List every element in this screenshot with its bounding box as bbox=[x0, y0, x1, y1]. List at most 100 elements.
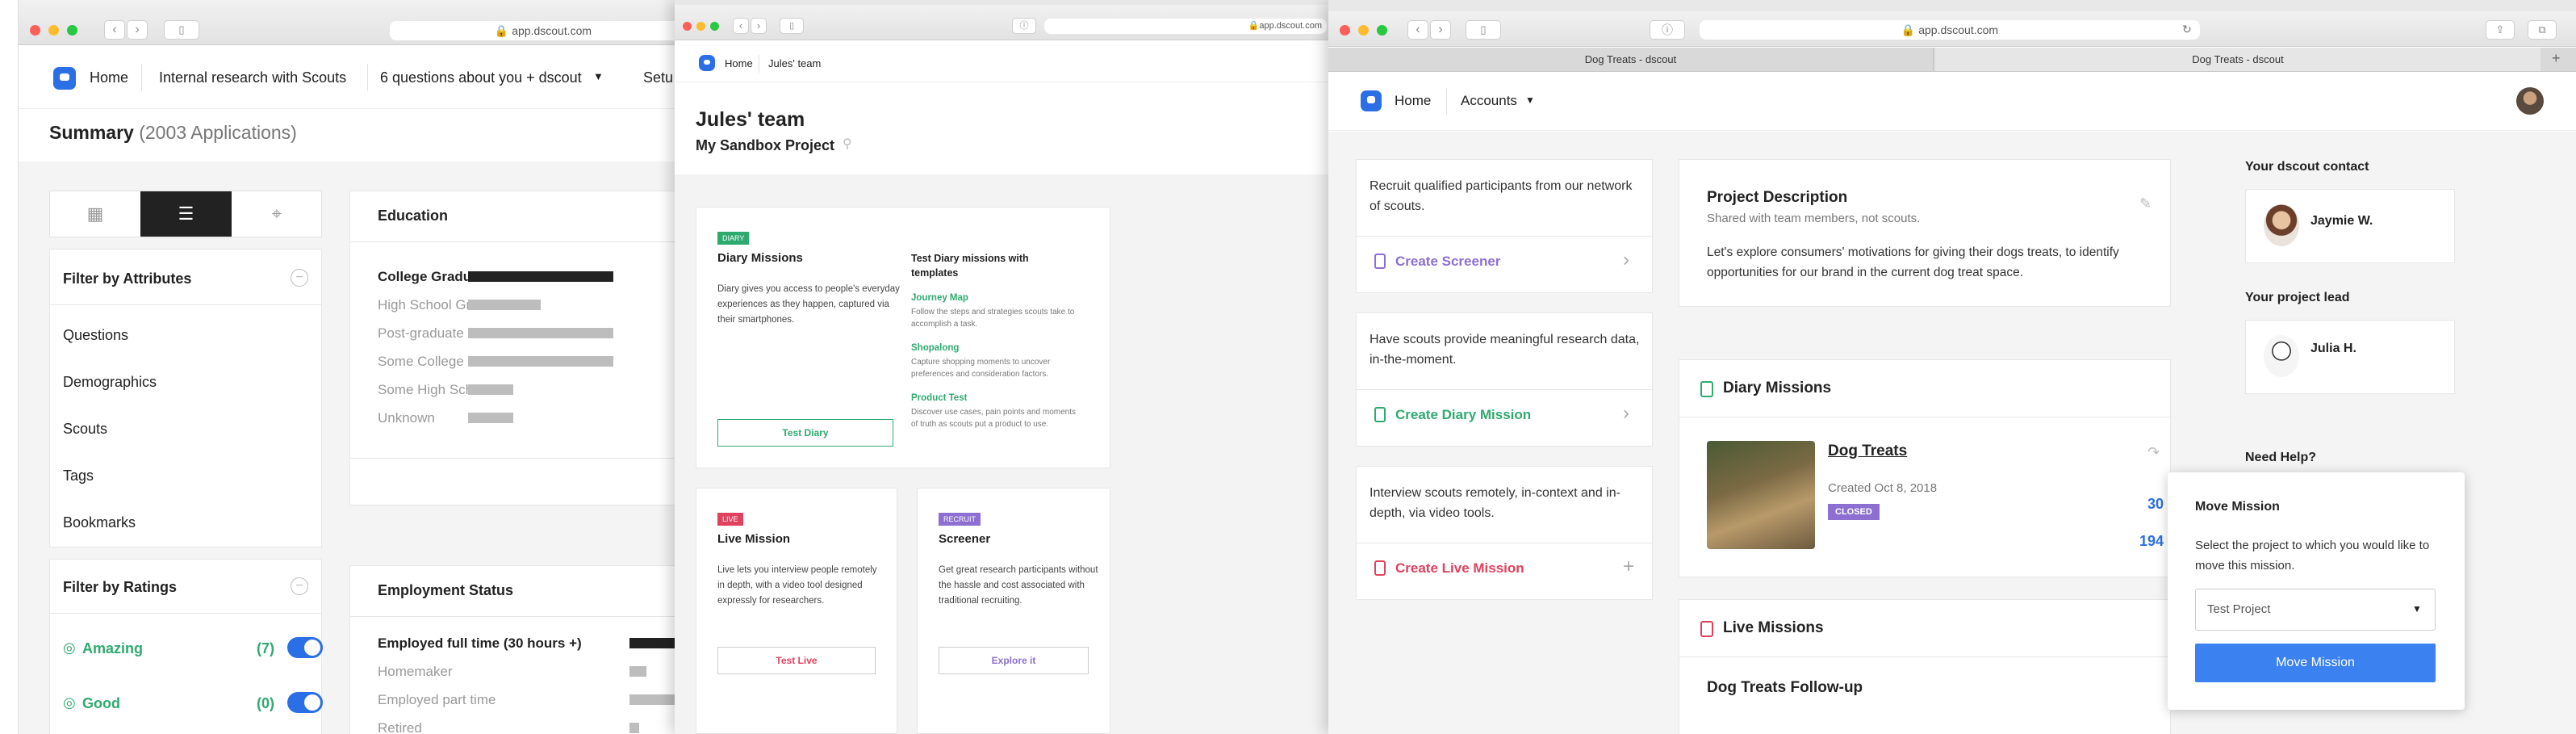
live-mission-title[interactable]: Dog Treats Follow-up bbox=[1707, 679, 1863, 697]
lead-name: Julia H. bbox=[2310, 342, 2356, 355]
filter-bookmarks[interactable]: Bookmarks bbox=[63, 514, 136, 531]
grid-view-icon[interactable]: ▦ bbox=[50, 191, 140, 237]
dscout-logo[interactable] bbox=[699, 55, 715, 71]
zoom-window-button[interactable] bbox=[67, 25, 77, 36]
template-name[interactable]: Shopalong bbox=[911, 343, 959, 353]
tab-1[interactable]: Dog Treats - dscout bbox=[1328, 48, 1934, 71]
rating-good-toggle[interactable] bbox=[287, 692, 323, 713]
nav-home[interactable]: Home bbox=[90, 69, 128, 86]
project-subtitle: Shared with team members, not scouts. bbox=[1707, 212, 1921, 225]
close-window-button[interactable] bbox=[683, 22, 692, 31]
live-desc: Live lets you interview people remotely … bbox=[717, 565, 877, 606]
chevron-right-icon[interactable]: › bbox=[1623, 402, 1629, 425]
minimize-window-button[interactable] bbox=[1358, 25, 1369, 36]
employment-label: Employed full time (30 hours +) bbox=[378, 635, 582, 651]
nav-research[interactable]: Internal research with Scouts bbox=[159, 69, 346, 86]
template-name[interactable]: Product Test bbox=[911, 393, 967, 403]
divider bbox=[1679, 656, 2172, 657]
scouts-count[interactable]: 30 bbox=[2138, 496, 2164, 513]
entries-count[interactable]: 194 bbox=[2128, 533, 2164, 550]
close-window-button[interactable] bbox=[30, 25, 40, 36]
nav-questions[interactable]: 6 questions about you + dscout bbox=[380, 69, 582, 86]
summary-title: Summary bbox=[49, 122, 134, 143]
browser-toolbar: ‹ › ▯ 🔒 app.dscout.com bbox=[19, 0, 680, 45]
minimize-window-button[interactable] bbox=[48, 25, 59, 36]
action-desc: Have scouts provide meaningful research … bbox=[1370, 333, 1640, 367]
nav-accounts[interactable]: Accounts bbox=[1461, 93, 1517, 109]
share-mission-icon[interactable]: ↷ bbox=[2147, 444, 2160, 461]
employment-title: Employment Status bbox=[378, 582, 514, 598]
collapse-icon[interactable]: − bbox=[291, 269, 308, 287]
sidebar-toggle-icon[interactable]: ▯ bbox=[164, 20, 199, 40]
map-view-icon[interactable]: ⌖ bbox=[232, 191, 322, 237]
test-live-button[interactable]: Test Live bbox=[717, 647, 876, 674]
live-icon bbox=[1374, 560, 1386, 576]
address-bar[interactable]: 🔒 app.dscout.com bbox=[390, 21, 680, 40]
project-select[interactable]: Test Project ▼ bbox=[2195, 589, 2436, 631]
zoom-window-button[interactable] bbox=[710, 22, 719, 31]
sidebar-toggle-icon[interactable]: ▯ bbox=[1466, 20, 1501, 40]
edit-icon[interactable]: ✎ bbox=[2139, 195, 2152, 212]
address-bar[interactable]: 🔒 app.dscout.com bbox=[1700, 20, 2200, 40]
action-link[interactable]: Create Screener bbox=[1395, 254, 1500, 270]
action-link[interactable]: Create Live Mission bbox=[1395, 560, 1524, 577]
new-tab-icon[interactable]: + bbox=[2552, 50, 2561, 67]
lead-avatar bbox=[2264, 335, 2299, 377]
explore-it-button[interactable]: Explore it bbox=[939, 647, 1089, 674]
rating-amazing-count: (7) bbox=[257, 640, 274, 656]
collapse-icon[interactable]: − bbox=[291, 577, 308, 595]
address-bar[interactable]: 🔒app.dscout.com bbox=[1044, 19, 1327, 34]
filter-questions[interactable]: Questions bbox=[63, 327, 128, 344]
status-badge: CLOSED bbox=[1828, 504, 1880, 520]
reload-icon[interactable]: ↻ bbox=[2182, 23, 2192, 36]
back-button[interactable]: ‹ bbox=[733, 18, 749, 34]
nav-divider bbox=[1446, 89, 1447, 115]
nav-setup[interactable]: Setu bbox=[643, 69, 673, 86]
pin-icon[interactable]: ⚲ bbox=[843, 136, 852, 152]
browser-toolbar: ‹ › ▯ ⓘ 🔒 app.dscout.com ↻ ⇪ ⧉ bbox=[1328, 0, 2576, 47]
breadcrumb-team[interactable]: Jules' team bbox=[768, 57, 821, 69]
avatar[interactable] bbox=[2516, 87, 2544, 115]
education-card: Education College Graduate High School Gr… bbox=[349, 191, 680, 505]
test-diary-button[interactable]: Test Diary bbox=[717, 419, 893, 447]
filter-demographics[interactable]: Demographics bbox=[63, 374, 157, 391]
plus-icon[interactable]: + bbox=[1623, 556, 1634, 578]
zoom-window-button[interactable] bbox=[1377, 25, 1387, 36]
dscout-logo[interactable] bbox=[1361, 90, 1382, 111]
chevron-down-icon[interactable]: ▼ bbox=[593, 70, 604, 82]
back-button[interactable]: ‹ bbox=[104, 20, 125, 40]
info-icon[interactable]: ⓘ bbox=[1012, 18, 1036, 34]
filter-scouts[interactable]: Scouts bbox=[63, 421, 107, 438]
divider bbox=[50, 304, 321, 305]
employment-label: Retired bbox=[378, 720, 422, 734]
forward-button[interactable]: › bbox=[127, 20, 148, 40]
mission-title[interactable]: Dog Treats bbox=[1828, 442, 1907, 460]
chevron-right-icon[interactable]: › bbox=[1623, 249, 1629, 271]
action-link[interactable]: Create Diary Mission bbox=[1395, 407, 1531, 423]
chevron-down-icon[interactable]: ▼ bbox=[1525, 94, 1535, 106]
info-icon[interactable]: ⓘ bbox=[1650, 20, 1685, 40]
breadcrumb-home[interactable]: Home bbox=[725, 57, 753, 69]
nav-home[interactable]: Home bbox=[1395, 93, 1431, 109]
sidebar-toggle-icon[interactable]: ▯ bbox=[780, 18, 804, 34]
app-nav: Home Internal research with Scouts 6 que… bbox=[19, 46, 680, 109]
tab-2[interactable]: Dog Treats - dscout bbox=[1935, 48, 2540, 71]
dscout-logo[interactable] bbox=[53, 67, 76, 90]
forward-button[interactable]: › bbox=[751, 18, 767, 34]
filter-tags[interactable]: Tags bbox=[63, 468, 94, 484]
move-mission-popover: Move Mission Select the project to which… bbox=[2168, 472, 2465, 710]
rating-amazing-toggle[interactable] bbox=[287, 637, 323, 658]
address-text: app.dscout.com bbox=[1918, 23, 1999, 36]
mission-thumbnail[interactable] bbox=[1707, 441, 1815, 549]
list-view-icon[interactable]: ☰ bbox=[140, 191, 232, 237]
modal-title: Move Mission bbox=[2195, 500, 2280, 514]
move-mission-button[interactable]: Move Mission bbox=[2195, 644, 2436, 682]
close-window-button[interactable] bbox=[1340, 25, 1350, 36]
template-name[interactable]: Journey Map bbox=[911, 293, 968, 303]
back-button[interactable]: ‹ bbox=[1407, 20, 1428, 40]
education-label: Unknown bbox=[378, 410, 435, 426]
tabs-icon[interactable]: ⧉ bbox=[2528, 20, 2557, 40]
minimize-window-button[interactable] bbox=[696, 22, 705, 31]
forward-button[interactable]: › bbox=[1430, 20, 1451, 40]
share-icon[interactable]: ⇪ bbox=[2486, 20, 2515, 40]
